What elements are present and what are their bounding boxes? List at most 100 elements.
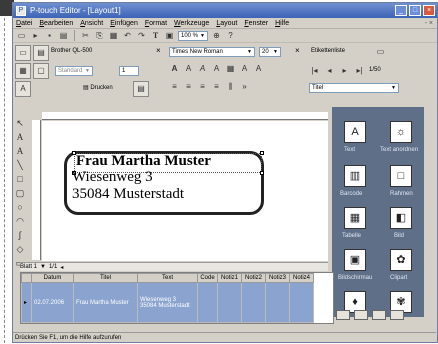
ellipse-icon[interactable]: ○ [15,202,26,213]
more-icon[interactable]: » [239,81,250,92]
note-cell[interactable] [265,282,290,323]
menu-layout[interactable]: Layout [216,20,237,27]
close-button[interactable]: × [423,5,435,16]
arc-icon[interactable]: ◠ [15,216,26,227]
clipart-icon[interactable]: ✿ [390,249,412,271]
printer-icon[interactable]: ▤ [133,81,149,97]
save-icon[interactable]: ▪ [44,30,55,41]
table-icon[interactable]: ▦ [344,207,366,229]
rounded-rectangle-icon[interactable]: ▢ [15,188,26,199]
menu-hilfe[interactable]: Hilfe [275,20,289,27]
font-large-icon[interactable]: A [169,63,180,74]
undo-icon[interactable]: ↶ [122,30,133,41]
copies-field[interactable]: 1 [119,66,139,76]
vertical-text-icon[interactable]: ⫼ [225,81,236,92]
image-icon[interactable]: ◧ [390,207,412,229]
cut-icon[interactable]: ✂ [80,30,91,41]
line-icon[interactable]: ╲ [15,160,26,171]
zoom-in-icon[interactable]: ⊕ [211,30,222,41]
prev-record-icon[interactable]: ◂ [324,65,335,76]
first-record-icon[interactable]: |◂ [309,65,320,76]
palette-button[interactable] [390,310,404,320]
rectangle-icon[interactable]: □ [15,174,26,185]
column-header[interactable]: Notiz3 [265,273,290,283]
code-cell[interactable] [197,282,218,323]
font-outline-icon[interactable]: A [211,63,222,74]
date-cell[interactable]: 02.07.2006 [31,282,74,323]
printer-properties-icon[interactable]: ▤ [33,45,49,61]
copy-icon[interactable]: ⎘ [94,30,105,41]
pointer-icon[interactable]: ↖ [15,118,26,129]
vertical-text-icon[interactable]: A [15,146,26,157]
page-setup-icon[interactable]: ▭ [15,45,31,61]
field-select[interactable]: Titel ▼ [309,83,399,93]
menu-einfuegen[interactable]: Einfügen [110,20,138,27]
palette-button[interactable] [372,310,386,320]
column-header[interactable]: Notiz4 [289,273,314,283]
layout-icon[interactable]: ▦ [15,63,31,79]
font-color-icon[interactable]: A [253,63,264,74]
text-icon[interactable]: A [15,132,26,143]
text-arrange-icon[interactable]: ☼ [390,121,412,143]
frame-icon[interactable]: □ [390,165,412,187]
frame-icon[interactable]: ▢ [33,63,49,79]
column-header[interactable]: Titel [73,273,138,283]
last-record-icon[interactable]: ▸| [354,65,365,76]
print-icon[interactable]: ▤ [58,30,69,41]
label-address-text[interactable]: Wiesenweg 3 35084 Musterstadt [72,169,184,203]
mdi-controls-icon[interactable]: - × [425,20,437,27]
menu-fenster[interactable]: Fenster [244,20,268,27]
barcode-icon[interactable]: ▥ [344,165,366,187]
note-cell[interactable] [217,282,242,323]
align-right-icon[interactable]: ≡ [197,81,208,92]
redo-icon[interactable]: ↷ [136,30,147,41]
screenshot-icon[interactable]: ▣ [344,249,366,271]
label-name-text[interactable]: Frau Martha Muster [76,153,211,170]
align-center-icon[interactable]: ≡ [183,81,194,92]
column-header[interactable]: Text [137,273,198,283]
palette-button[interactable] [354,310,368,320]
font-name-select[interactable]: Times New Roman ▼ [169,47,255,57]
column-header[interactable]: Notiz1 [217,273,242,283]
label-canvas[interactable]: Frau Martha Muster Wiesenweg 3 35084 Mus… [42,121,328,261]
palette-button[interactable] [336,310,350,320]
font-size-up-icon[interactable]: A [239,63,250,74]
paper-select[interactable]: Standard ▼ [55,66,93,76]
note-cell[interactable] [289,282,314,323]
help-cursor-icon[interactable]: ? [225,30,236,41]
resize-handle[interactable] [260,171,264,175]
menu-format[interactable]: Format [145,20,167,27]
column-header[interactable]: Notiz2 [241,273,266,283]
text-icon[interactable]: A [344,121,366,143]
paste-icon[interactable]: ▦ [108,30,119,41]
align-icon[interactable]: A [15,81,31,97]
close-icon[interactable]: × [295,46,300,55]
resize-handle[interactable] [260,151,264,155]
font-size-select[interactable]: 20 ▼ [259,47,281,57]
minimize-button[interactable]: _ [395,5,407,16]
font-medium-icon[interactable]: A [183,63,194,74]
note-cell[interactable] [241,282,266,323]
maximize-button[interactable]: □ [409,5,421,16]
sheet-tab[interactable]: Blatt 1 [20,264,37,270]
menu-datei[interactable]: Datei [16,20,32,27]
column-header[interactable]: Code [197,273,218,283]
menu-ansicht[interactable]: Ansicht [80,20,103,27]
text-tool-icon[interactable]: T [150,30,161,41]
polygon-icon[interactable]: ◇ [15,244,26,255]
next-record-icon[interactable]: ▸ [339,65,350,76]
menu-bearbeiten[interactable]: Bearbeiten [39,20,73,27]
font-italic-icon[interactable]: A [197,63,208,74]
align-justify-icon[interactable]: ≡ [211,81,222,92]
close-icon[interactable]: × [156,46,161,55]
frame-tool-icon[interactable]: ▣ [164,30,175,41]
font-grid-icon[interactable]: ▦ [225,63,236,74]
table-row[interactable]: ▸ 02.07.2006 Frau Martha Muster Wiesenwe… [21,282,314,323]
text-cell[interactable]: Wiesenweg 3 35084 Musterstadt [137,282,198,323]
title-cell[interactable]: Frau Martha Muster [73,282,138,323]
chevron-down-icon[interactable]: ▼ [40,264,46,270]
print-button[interactable]: ▤ Drucken [83,84,113,91]
column-header[interactable]: Datum [31,273,74,283]
freehand-icon[interactable]: ∫ [15,230,26,241]
open-icon[interactable]: ▸ [30,30,41,41]
